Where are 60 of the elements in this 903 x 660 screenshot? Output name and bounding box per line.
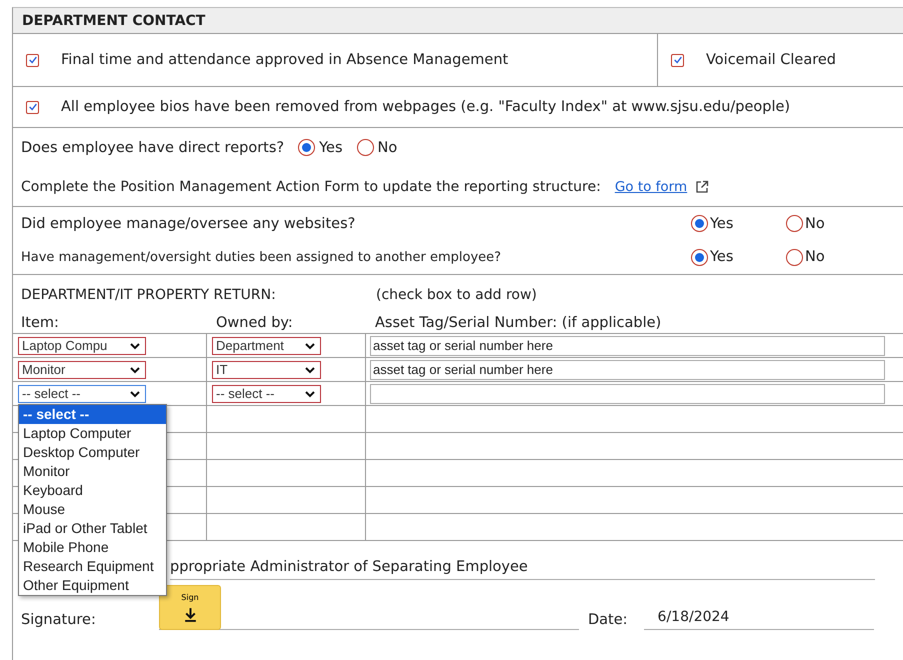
sign-button[interactable]: Sign bbox=[159, 585, 221, 630]
dropdown-option[interactable]: -- select -- bbox=[19, 405, 166, 424]
option-label: Yes bbox=[710, 216, 734, 232]
radio-button[interactable] bbox=[356, 139, 374, 156]
form-link[interactable]: Go to form bbox=[614, 178, 688, 195]
option-label: No bbox=[805, 249, 825, 266]
dropdown-option[interactable]: Mouse bbox=[19, 500, 166, 519]
checkbox-label: Final time and attendance approved in Absence Management bbox=[61, 52, 508, 68]
dropdown-option[interactable]: Mobile Phone bbox=[19, 538, 166, 557]
external-link-icon bbox=[695, 180, 710, 194]
question-text: Does employee have direct reports? bbox=[21, 140, 284, 156]
dropdown-option[interactable]: Research Equipment bbox=[19, 557, 166, 576]
radio-button[interactable] bbox=[786, 248, 803, 266]
column-header: Owned by: bbox=[216, 315, 294, 331]
radio-button[interactable] bbox=[298, 139, 316, 156]
checkbox[interactable] bbox=[26, 54, 39, 66]
date-label: Date: bbox=[588, 612, 628, 630]
section-title: DEPARTMENT CONTACT bbox=[22, 12, 206, 28]
option-label: No bbox=[805, 216, 825, 232]
asset-tag-field[interactable] bbox=[370, 384, 885, 404]
checkbox[interactable] bbox=[26, 100, 39, 114]
chevron-icon bbox=[130, 342, 140, 350]
dropdown-option[interactable]: Monitor bbox=[19, 462, 166, 481]
owner-dropdown[interactable]: -- select -- bbox=[212, 384, 321, 402]
option-label: Yes bbox=[710, 249, 734, 266]
download-icon bbox=[182, 607, 198, 622]
chevron-icon bbox=[130, 366, 140, 374]
dropdown-option[interactable]: Desktop Computer bbox=[19, 443, 166, 462]
column-header: Item: bbox=[21, 315, 60, 331]
checkbox-label: All employee bios have been removed from webpages (e.g. "Faculty Index" at www.sjsu.edu/people) bbox=[61, 99, 790, 115]
chevron-icon bbox=[305, 366, 315, 374]
item-dropdown[interactable]: Monitor bbox=[18, 360, 146, 378]
chevron-icon bbox=[130, 390, 140, 398]
column-header: Asset Tag/Serial Number: (if applicable) bbox=[375, 315, 662, 331]
radio-button[interactable] bbox=[786, 215, 803, 232]
signer-caption: ppropriate Administrator of Separating Employee bbox=[170, 559, 875, 580]
dropdown-option[interactable]: Keyboard bbox=[19, 481, 166, 500]
hint-text: (check box to add row) bbox=[376, 287, 537, 303]
option-label: Yes bbox=[319, 140, 343, 156]
option-label: No bbox=[378, 140, 398, 156]
owner-dropdown[interactable]: IT bbox=[212, 360, 321, 378]
checkbox[interactable] bbox=[671, 54, 684, 66]
dropdown-option[interactable]: iPad or Other Tablet bbox=[19, 519, 166, 538]
section-title: DEPARTMENT/IT PROPERTY RETURN: bbox=[21, 287, 277, 303]
instruction-text: Complete the Position Management Action Form to update the reporting structure: bbox=[21, 178, 601, 195]
owner-dropdown[interactable]: Department bbox=[212, 336, 321, 354]
item-dropdown[interactable]: Laptop Compu bbox=[18, 336, 146, 354]
radio-button[interactable] bbox=[691, 215, 708, 232]
dropdown-option[interactable]: Laptop Computer bbox=[19, 424, 166, 443]
checkbox-label: Voicemail Cleared bbox=[706, 52, 836, 68]
radio-button[interactable] bbox=[691, 248, 708, 266]
chevron-icon bbox=[305, 390, 315, 398]
chevron-icon bbox=[305, 342, 315, 350]
date-value: 6/18/2024 bbox=[658, 609, 730, 625]
asset-tag-field[interactable]: asset tag or serial number here bbox=[370, 336, 885, 356]
question-text: Did employee manage/oversee any websites? bbox=[21, 216, 356, 232]
asset-tag-field[interactable]: asset tag or serial number here bbox=[370, 360, 885, 380]
item-dropdown[interactable]: -- select -- bbox=[18, 384, 146, 402]
signature-label: Signature: bbox=[21, 612, 97, 630]
question-text: Have management/oversight duties been assigned to another employee? bbox=[21, 250, 502, 265]
